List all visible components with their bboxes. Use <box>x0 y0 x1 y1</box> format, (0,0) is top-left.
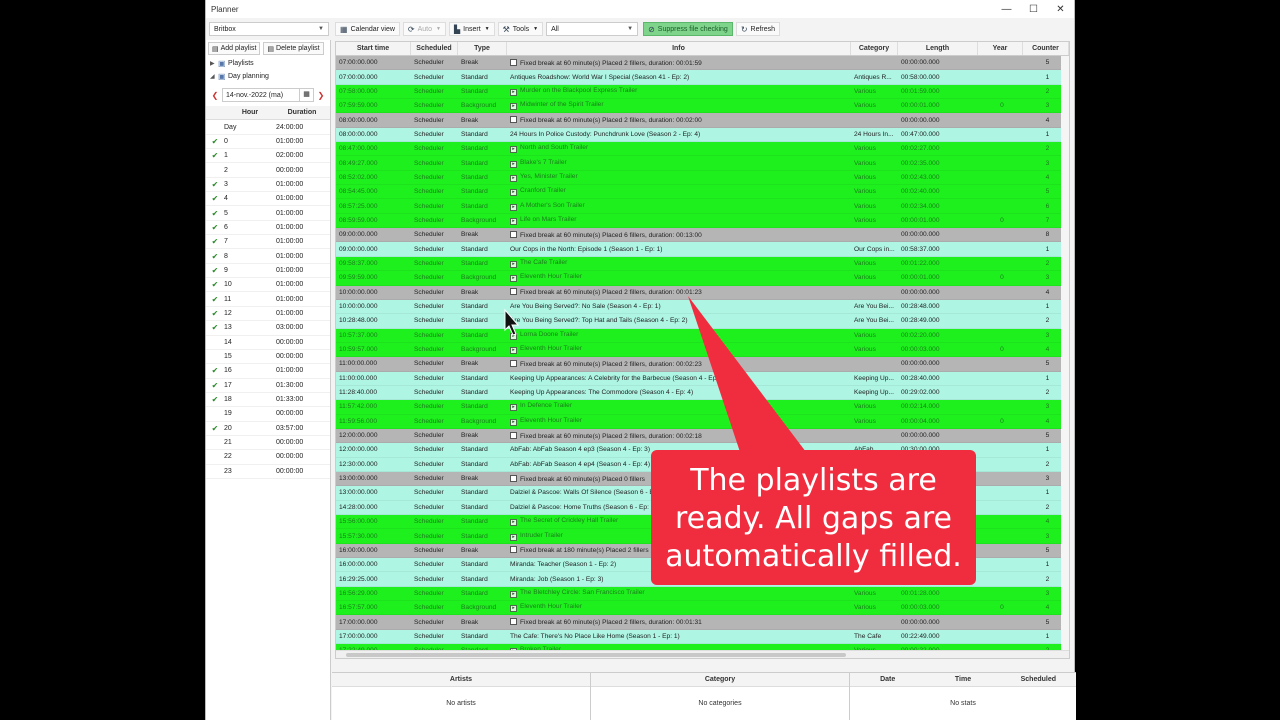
callout-arrow <box>688 296 806 452</box>
callout-pointer <box>504 296 806 452</box>
mouse-cursor-icon <box>504 308 520 336</box>
